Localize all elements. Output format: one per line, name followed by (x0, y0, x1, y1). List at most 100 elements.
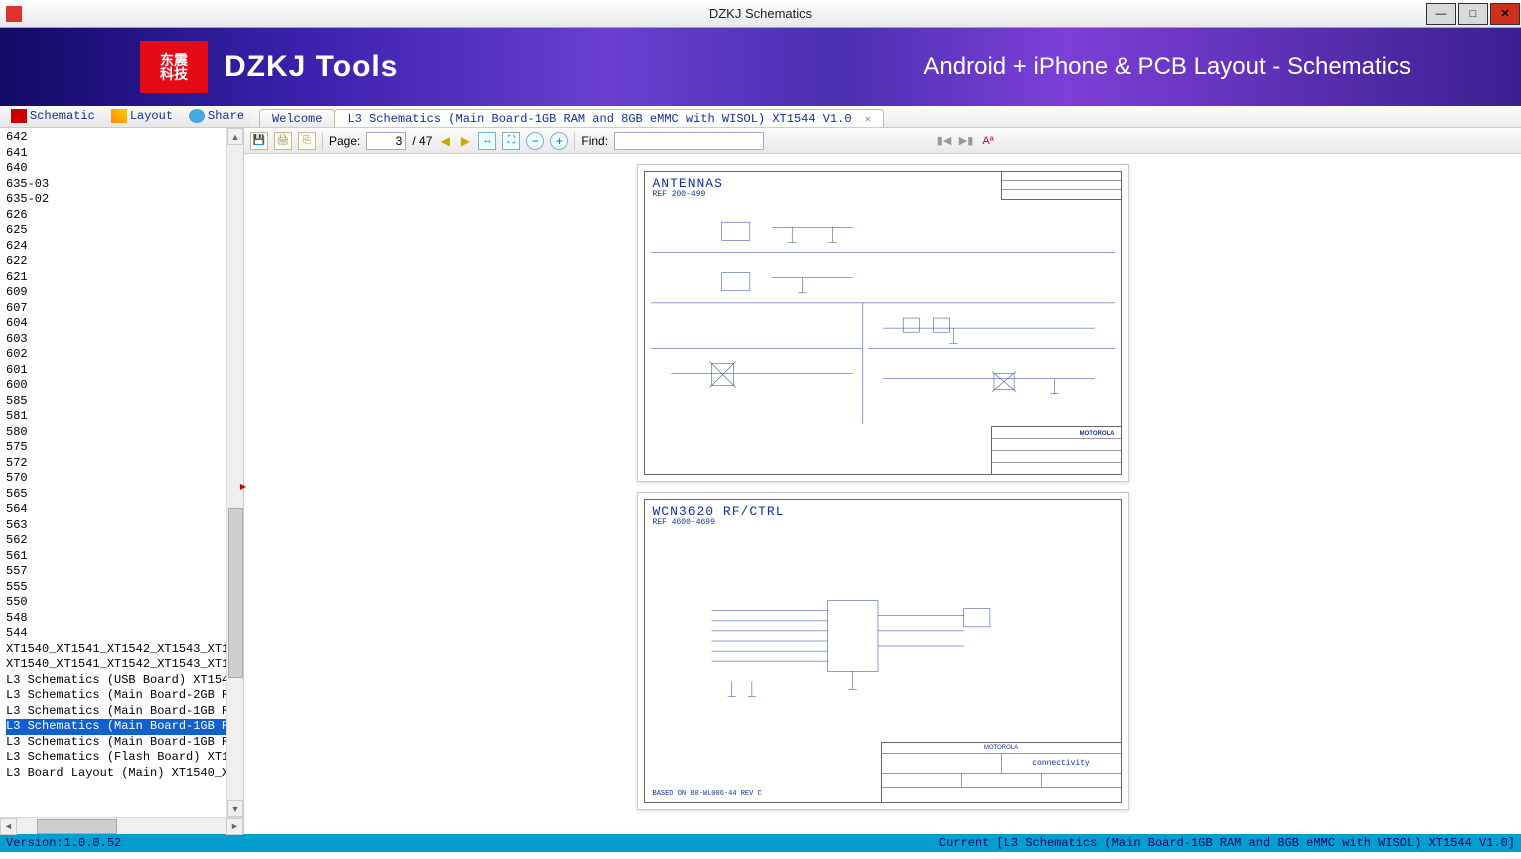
sidebar-item[interactable]: L3 Board Layout (Main) XT1540_XT1541_X (6, 766, 243, 782)
minimize-button[interactable]: — (1426, 3, 1456, 25)
sidebar-item[interactable]: 600 (6, 378, 243, 394)
tagline: Android + iPhone & PCB Layout - Schemati… (923, 53, 1411, 81)
layout-button[interactable]: Layout (104, 107, 180, 125)
scroll-down-button[interactable]: ▼ (227, 800, 243, 817)
sidebar-item[interactable]: 575 (6, 440, 243, 456)
sidebar-hscrollbar[interactable]: ◄ ► (0, 817, 243, 834)
print-icon[interactable]: 🖨 (274, 132, 292, 150)
sidebar-item[interactable]: L3 Schematics (Main Board-1GB RAM and (6, 735, 243, 751)
sidebar-item[interactable]: 555 (6, 580, 243, 596)
page-input[interactable] (366, 132, 406, 150)
schematic-page[interactable]: WCN3620 RF/CTRL REF 4600-4699 (637, 492, 1129, 810)
motorola-logo: MOTOROLA (984, 745, 1018, 751)
copy-icon[interactable]: ⎘ (298, 132, 316, 150)
sidebar-item[interactable]: 585 (6, 394, 243, 410)
sidebar-item[interactable]: 572 (6, 456, 243, 472)
page-frame: WCN3620 RF/CTRL REF 4600-4699 (644, 499, 1122, 803)
app-icon (6, 6, 22, 22)
sidebar-item[interactable]: 635-03 (6, 177, 243, 193)
fit-page-button[interactable]: ⛶ (502, 132, 520, 150)
sidebar-item[interactable]: 563 (6, 518, 243, 534)
sidebar-item[interactable]: 621 (6, 270, 243, 286)
schematic-title: WCN3620 RF/CTRL (653, 504, 785, 519)
sidebar-item[interactable]: 607 (6, 301, 243, 317)
find-prev-button[interactable]: ▮◀ (936, 133, 952, 149)
brand-logo: 东震 科技 (140, 41, 208, 93)
sidebar-item[interactable]: XT1540_XT1541_XT1542_XT1543_XT1544_XT1 (6, 642, 243, 658)
sidebar-item[interactable]: L3 Schematics (Main Board-1GB RAM and (6, 719, 243, 735)
tab-welcome[interactable]: Welcome (259, 109, 335, 127)
schematic-page[interactable]: ANTENNAS REF 200-499 (637, 164, 1129, 482)
sidebar-item[interactable]: 622 (6, 254, 243, 270)
fit-width-button[interactable]: ↔ (478, 132, 496, 150)
sidebar-item[interactable]: 564 (6, 502, 243, 518)
pdf-icon (11, 109, 27, 123)
zoom-in-button[interactable]: + (550, 132, 568, 150)
pads-icon (111, 109, 127, 123)
share-button[interactable]: Share (182, 107, 251, 125)
sidebar-item[interactable]: 603 (6, 332, 243, 348)
next-page-button[interactable]: ▶ (458, 134, 472, 148)
save-icon[interactable]: 💾 (250, 132, 268, 150)
sidebar-item[interactable]: XT1540_XT1541_XT1542_XT1543_XT1544_XT1 (6, 657, 243, 673)
rev-table (1001, 172, 1121, 200)
find-next-button[interactable]: ▶▮ (958, 133, 974, 149)
schematic-button[interactable]: Schematic (4, 107, 102, 125)
find-input[interactable] (614, 132, 764, 150)
maximize-button[interactable]: □ (1458, 3, 1488, 25)
sidebar-item[interactable]: L3 Schematics (Flash Board) XT1540_XT1 (6, 750, 243, 766)
sidebar-item[interactable]: 626 (6, 208, 243, 224)
scroll-up-button[interactable]: ▲ (227, 128, 243, 145)
sidebar-item[interactable]: 642 (6, 130, 243, 146)
sidebar-item[interactable]: 550 (6, 595, 243, 611)
hscroll-thumb[interactable] (37, 819, 117, 834)
sidebar-item[interactable]: 544 (6, 626, 243, 642)
scroll-right-button[interactable]: ► (226, 818, 243, 835)
find-label: Find: (581, 134, 608, 148)
tab-strip: Welcome L3 Schematics (Main Board-1GB RA… (259, 109, 883, 127)
sidebar-item[interactable]: L3 Schematics (USB Board) XT1540_XT154 (6, 673, 243, 689)
sidebar-item[interactable]: 548 (6, 611, 243, 627)
sidebar-item[interactable]: 602 (6, 347, 243, 363)
sidebar-item[interactable]: 641 (6, 146, 243, 162)
status-bar: Version:1.0.0.52 Current [L3 Schematics … (0, 834, 1521, 852)
window-controls: — □ ✕ (1425, 1, 1521, 27)
sidebar-vscrollbar[interactable]: ▲ ▼ (226, 128, 243, 817)
sidebar-item[interactable]: 565 (6, 487, 243, 503)
close-button[interactable]: ✕ (1490, 3, 1520, 25)
document-viewer[interactable]: ANTENNAS REF 200-499 (244, 154, 1521, 834)
sidebar-item[interactable]: 624 (6, 239, 243, 255)
sidebar-item[interactable]: 562 (6, 533, 243, 549)
tab-close-icon[interactable]: ✕ (865, 115, 871, 126)
sidebar-item[interactable]: 635-02 (6, 192, 243, 208)
page-label: Page: (329, 134, 360, 148)
hscroll-track[interactable] (17, 818, 226, 834)
sidebar-item[interactable]: 570 (6, 471, 243, 487)
match-case-button[interactable]: Aª (980, 133, 996, 149)
scroll-left-button[interactable]: ◄ (0, 818, 17, 835)
separator (574, 132, 575, 150)
window-title: DZKJ Schematics (709, 6, 812, 21)
zoom-out-button[interactable]: − (526, 132, 544, 150)
vscroll-thumb[interactable] (228, 508, 243, 678)
sidebar-item[interactable]: L3 Schematics (Main Board-1GB RAM and (6, 704, 243, 720)
title-bar: DZKJ Schematics — □ ✕ (0, 0, 1521, 28)
sidebar-item[interactable]: 625 (6, 223, 243, 239)
separator (322, 132, 323, 150)
sidebar-item[interactable]: 580 (6, 425, 243, 441)
current-doc-label: Current [L3 Schematics (Main Board-1GB R… (939, 836, 1515, 850)
tab-label: L3 Schematics (Main Board-1GB RAM and 8G… (347, 112, 851, 126)
sidebar-item[interactable]: L3 Schematics (Main Board-2GB RAM and (6, 688, 243, 704)
prev-page-button[interactable]: ◀ (438, 134, 452, 148)
sidebar-item[interactable]: 581 (6, 409, 243, 425)
splitter-handle[interactable] (240, 481, 246, 491)
doc-toolbar: 💾 🖨 ⎘ Page: / 47 ◀ ▶ ↔ ⛶ − + Find: ▮◀ ▶▮… (244, 128, 1521, 154)
sidebar-item[interactable]: 640 (6, 161, 243, 177)
tab-document[interactable]: L3 Schematics (Main Board-1GB RAM and 8G… (334, 109, 883, 127)
sidebar-list[interactable]: 642641640635-03635-026266256246226216096… (0, 128, 243, 817)
sidebar-item[interactable]: 557 (6, 564, 243, 580)
sidebar-item[interactable]: 604 (6, 316, 243, 332)
sidebar-item[interactable]: 561 (6, 549, 243, 565)
sidebar-item[interactable]: 609 (6, 285, 243, 301)
sidebar-item[interactable]: 601 (6, 363, 243, 379)
